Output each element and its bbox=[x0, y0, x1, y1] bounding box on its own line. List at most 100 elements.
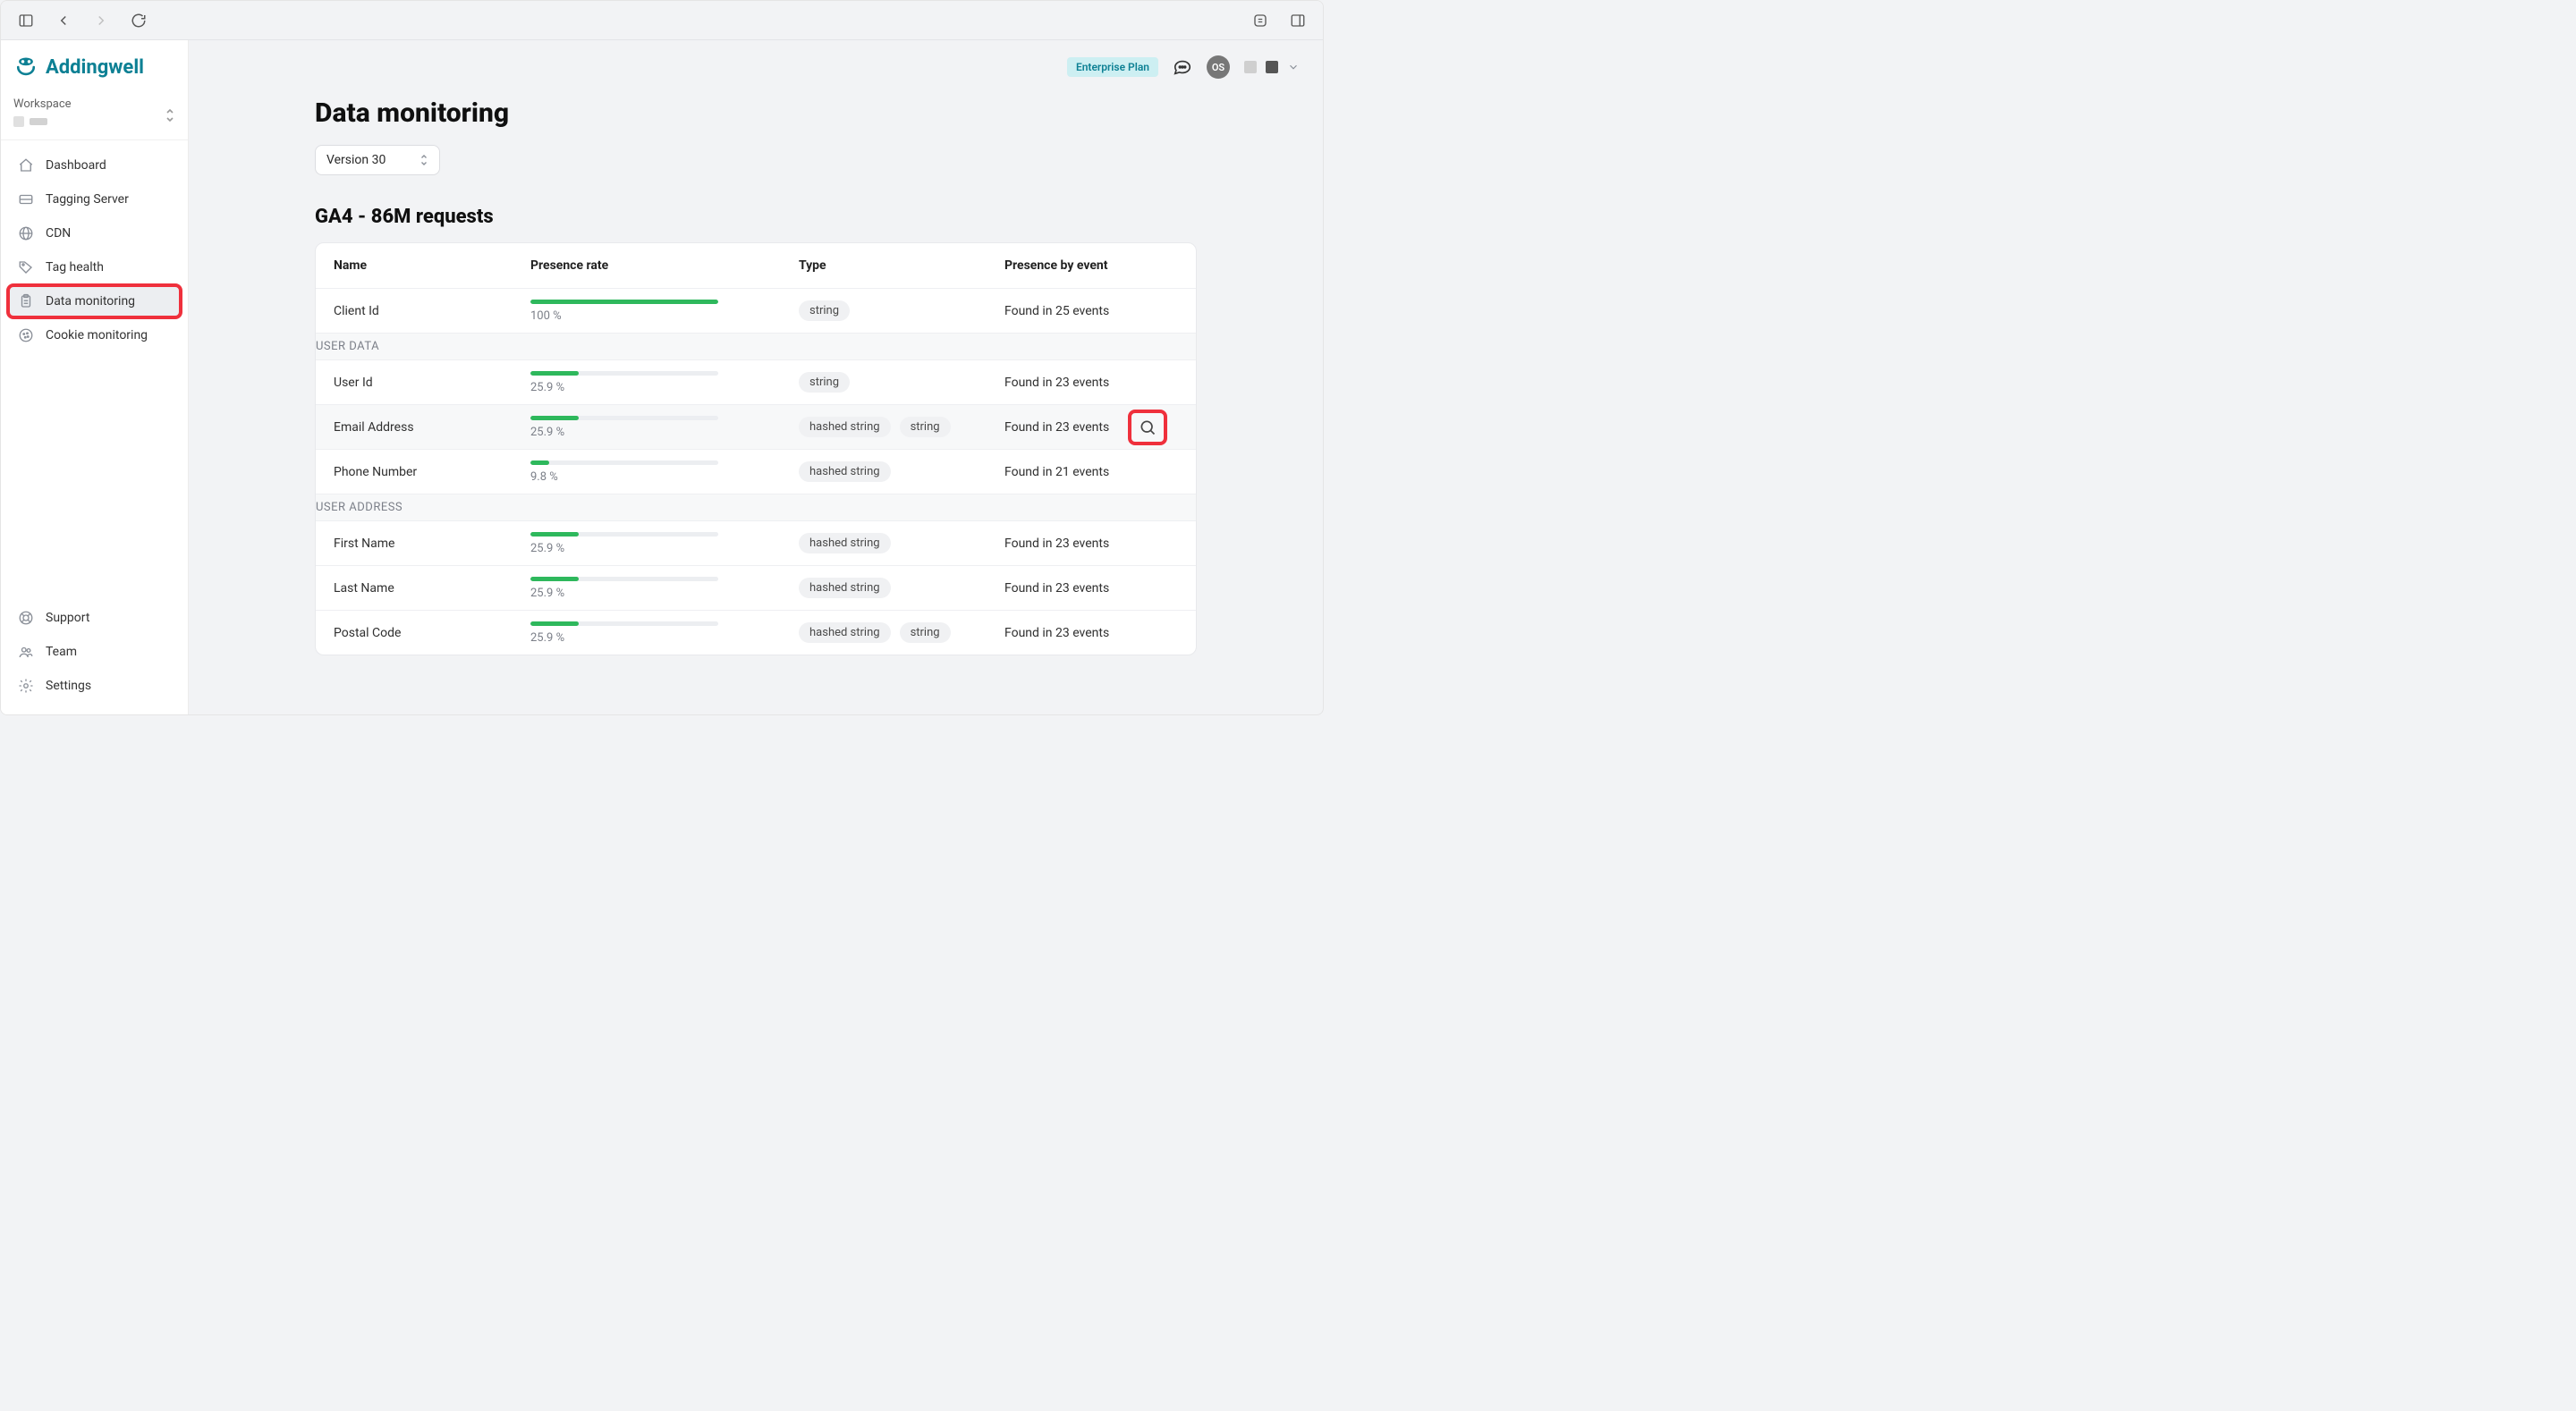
table-row[interactable]: Phone Number9.8 %hashed stringFound in 2… bbox=[316, 449, 1196, 494]
home-icon bbox=[17, 156, 35, 174]
browser-right bbox=[1248, 8, 1310, 33]
main: Enterprise Plan OS Data monitoring Versi… bbox=[189, 40, 1323, 714]
table-row[interactable]: Client Id100 %stringFound in 25 events bbox=[316, 288, 1196, 333]
cell-type: hashed string bbox=[799, 533, 1004, 553]
sidebar: Addingwell Workspace Dashboard bbox=[1, 40, 189, 714]
plan-badge: Enterprise Plan bbox=[1067, 57, 1158, 77]
cell-type: hashed string bbox=[799, 461, 1004, 482]
org-dark-icon bbox=[1266, 61, 1278, 73]
cell-name: First Name bbox=[334, 537, 530, 551]
sidebar-item-label: Tagging Server bbox=[46, 192, 129, 207]
cell-events: Found in 21 events bbox=[1004, 465, 1128, 479]
sidebar-item-cookie-monitoring[interactable]: Cookie monitoring bbox=[8, 319, 181, 351]
progress-track bbox=[530, 621, 718, 626]
sidebar-item-support[interactable]: Support bbox=[8, 602, 181, 634]
sidebar-item-cdn[interactable]: CDN bbox=[8, 217, 181, 249]
type-pill: hashed string bbox=[799, 533, 891, 553]
chat-icon[interactable] bbox=[1173, 57, 1192, 77]
workspace-placeholder bbox=[30, 118, 47, 125]
progress-fill bbox=[530, 416, 579, 420]
version-selector[interactable]: Version 30 bbox=[315, 145, 440, 175]
org-light-icon bbox=[1244, 61, 1257, 73]
workspace-switcher[interactable]: Workspace bbox=[1, 89, 188, 140]
cell-name: Postal Code bbox=[334, 626, 530, 640]
org-switcher[interactable] bbox=[1244, 61, 1300, 73]
section-title: GA4 - 86M requests bbox=[315, 206, 1197, 228]
cookie-icon bbox=[17, 326, 35, 344]
table-body: Client Id100 %stringFound in 25 eventsUS… bbox=[316, 288, 1196, 655]
cell-type: hashed string string bbox=[799, 417, 1004, 437]
table-row[interactable]: Email Address25.9 %hashed stringstringFo… bbox=[316, 404, 1196, 449]
sidebar-item-dashboard[interactable]: Dashboard bbox=[8, 149, 181, 182]
cell-type: hashed stringstring bbox=[799, 622, 1004, 643]
presence-value: 9.8 % bbox=[530, 470, 558, 484]
brand[interactable]: Addingwell bbox=[1, 40, 188, 89]
cell-name: Last Name bbox=[334, 581, 530, 596]
table-row[interactable]: Last Name25.9 %hashed stringFound in 23 … bbox=[316, 565, 1196, 610]
lifebuoy-icon bbox=[17, 609, 35, 627]
col-presence: Presence rate bbox=[530, 258, 799, 273]
cell-events: Found in 23 events bbox=[1004, 376, 1128, 390]
sidebar-item-label: Tag health bbox=[46, 260, 104, 275]
sidebar-bottom: Support Team Settings bbox=[1, 596, 188, 714]
sidebar-item-tag-health[interactable]: Tag health bbox=[8, 251, 181, 283]
table-row[interactable]: Postal Code25.9 % hashed stringstringFoun… bbox=[316, 610, 1196, 655]
sidebar-item-team[interactable]: Team bbox=[8, 636, 181, 668]
row-search-button[interactable] bbox=[1128, 410, 1167, 445]
sidebar-item-data-monitoring[interactable]: Data monitoring bbox=[8, 285, 181, 317]
progress-fill bbox=[530, 621, 579, 626]
gear-icon bbox=[17, 677, 35, 695]
progress-track bbox=[530, 371, 718, 376]
extensions-icon[interactable] bbox=[1248, 8, 1273, 33]
workspace-value bbox=[13, 116, 175, 127]
forward-icon bbox=[89, 8, 114, 33]
table-row[interactable]: User Id25.9 %string Found in 23 events bbox=[316, 359, 1196, 404]
brand-name: Addingwell bbox=[46, 56, 144, 79]
sidebar-item-label: CDN bbox=[46, 226, 71, 241]
cell-presence: 25.9 % bbox=[530, 371, 799, 394]
cell-events: Found in 23 events bbox=[1004, 420, 1128, 435]
reload-icon[interactable] bbox=[126, 8, 151, 33]
back-icon[interactable] bbox=[51, 8, 76, 33]
brand-logo-icon bbox=[13, 55, 38, 80]
type-pill: string bbox=[900, 417, 951, 437]
cell-presence: 25.9 % bbox=[530, 532, 799, 555]
version-value: Version 30 bbox=[326, 153, 386, 167]
progress-fill bbox=[530, 577, 579, 581]
cell-name: User Id bbox=[334, 376, 530, 390]
cell-events: Found in 23 events bbox=[1004, 581, 1128, 596]
cell-type: string bbox=[799, 300, 1004, 321]
cell-presence: 9.8 % bbox=[530, 460, 799, 484]
sidebar-item-label: Settings bbox=[46, 679, 91, 693]
browser-toolbar bbox=[1, 1, 1323, 40]
progress-track bbox=[530, 300, 718, 304]
sidebar-toggle-icon[interactable] bbox=[13, 8, 38, 33]
sort-caret-icon bbox=[419, 154, 428, 166]
type-pill: string bbox=[799, 372, 850, 393]
presence-value: 25.9 % bbox=[530, 542, 564, 555]
sort-caret-icon bbox=[165, 108, 175, 123]
type-pill: hashed string bbox=[799, 417, 891, 437]
avatar[interactable]: OS bbox=[1207, 55, 1230, 79]
nav: Dashboard Tagging Server CDN Tag health … bbox=[1, 140, 188, 360]
panel-right-icon[interactable] bbox=[1285, 8, 1310, 33]
clipboard-icon bbox=[17, 292, 35, 310]
page-title: Data monitoring bbox=[315, 97, 1197, 129]
sidebar-item-label: Team bbox=[46, 645, 77, 659]
progress-track bbox=[530, 460, 718, 465]
app-window: Addingwell Workspace Dashboard bbox=[0, 0, 1324, 715]
presence-value: 25.9 % bbox=[530, 631, 564, 645]
data-table: Name Presence rate Type Presence by even… bbox=[315, 242, 1197, 655]
sidebar-item-tagging-server[interactable]: Tagging Server bbox=[8, 183, 181, 215]
sidebar-item-label: Dashboard bbox=[46, 158, 106, 173]
sidebar-item-settings[interactable]: Settings bbox=[8, 670, 181, 702]
browser-left bbox=[13, 8, 151, 33]
cell-events: Found in 23 events bbox=[1004, 626, 1128, 640]
presence-value: 100 % bbox=[530, 309, 562, 323]
table-row[interactable]: First Name25.9 % hashed string Found in 23… bbox=[316, 520, 1196, 565]
cell-events: Found in 23 events bbox=[1004, 537, 1128, 551]
chevron-down-icon bbox=[1287, 61, 1300, 73]
workspace-icon bbox=[13, 116, 24, 127]
cell-presence: 25.9 % bbox=[530, 577, 799, 600]
type-pill: hashed string bbox=[799, 622, 891, 643]
